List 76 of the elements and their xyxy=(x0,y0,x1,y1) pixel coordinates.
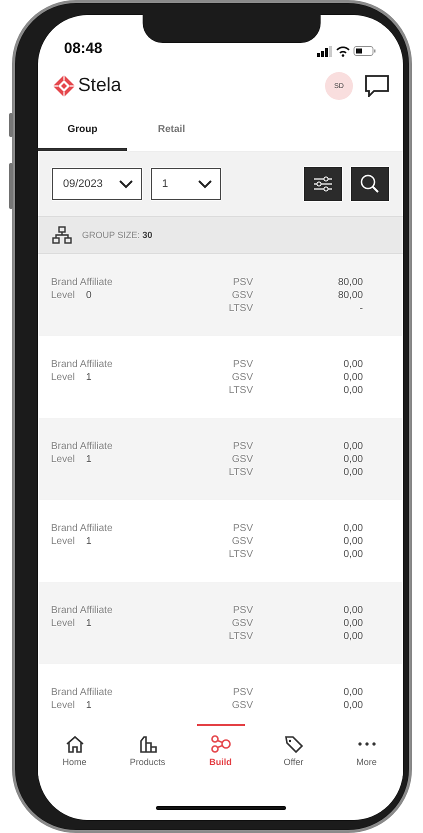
metric-name: PSV xyxy=(232,358,253,371)
member-level: Level 1 xyxy=(51,699,93,712)
metric-name: LTSV xyxy=(228,302,253,315)
member-row[interactable]: Brand Affiliate Level 1 PSV GSV LTSV 0,00 0,00 0,00 xyxy=(38,582,403,664)
member-row[interactable]: Brand Affiliate Level 1 PSV GSV LTSV 0,00 0,00 0,00 xyxy=(38,418,403,500)
chevron-down-icon xyxy=(198,180,212,188)
metric-name: GSV xyxy=(232,699,253,712)
member-title: Brand Affiliate xyxy=(51,276,114,289)
member-row[interactable]: Brand Affiliate Level 0 PSV GSV LTSV 80,00 80,00 - xyxy=(38,254,403,336)
metric-value: 0,00 xyxy=(344,548,363,561)
nav-item[interactable]: Offer xyxy=(264,731,324,771)
member-title: Brand Affiliate xyxy=(51,686,114,699)
member-title: Brand Affiliate xyxy=(51,522,114,535)
metric-name: LTSV xyxy=(228,384,253,397)
metric-name: GSV xyxy=(232,371,253,384)
metric-name: LTSV xyxy=(228,630,253,643)
metric-name: PSV xyxy=(232,522,253,535)
member-level: Level 1 xyxy=(51,453,93,466)
level-select[interactable]: 1 xyxy=(151,168,221,200)
box-icon xyxy=(138,735,156,753)
metric-value: 0,00 xyxy=(344,699,363,712)
sliders-icon xyxy=(313,176,333,192)
metric-name: GSV xyxy=(232,453,253,466)
metric-value: 0,00 xyxy=(344,358,363,371)
member-level: Level 0 xyxy=(51,289,93,302)
tab[interactable]: Retail xyxy=(127,111,216,151)
metric-name: LTSV xyxy=(228,548,253,561)
metric-value: - xyxy=(360,302,363,315)
metric-value: 0,00 xyxy=(344,453,363,466)
member-title: Brand Affiliate xyxy=(51,358,114,371)
filter-button[interactable] xyxy=(304,167,342,201)
nav-item[interactable]: Products xyxy=(118,731,178,771)
status-icons-drawing xyxy=(317,45,377,57)
nav-item[interactable]: More xyxy=(336,731,396,771)
chat-icon[interactable] xyxy=(365,75,389,97)
metric-value: 0,00 xyxy=(344,686,363,699)
metric-value: 0,00 xyxy=(344,617,363,630)
group-size-text: GROUP SIZE: 30 xyxy=(82,230,152,240)
metric-name: LTSV xyxy=(228,466,253,479)
metric-value: 0,00 xyxy=(344,384,363,397)
active-indicator xyxy=(196,724,244,726)
metric-name: PSV xyxy=(232,686,253,699)
metric-name: GSV xyxy=(232,617,253,630)
metric-value: 0,00 xyxy=(344,604,363,617)
brand-name: Stela xyxy=(78,75,122,97)
metric-name: GSV xyxy=(232,289,253,302)
metric-value: 0,00 xyxy=(344,440,363,453)
nav-item[interactable]: Build xyxy=(190,731,250,771)
status-time: 08:48 xyxy=(64,40,102,57)
metric-name: GSV xyxy=(232,535,253,548)
member-title: Brand Affiliate xyxy=(51,440,114,453)
metric-value: 0,00 xyxy=(344,630,363,643)
chevron-down-icon xyxy=(119,180,133,188)
home-icon xyxy=(64,735,84,753)
search-icon xyxy=(360,174,380,194)
nav-item[interactable]: Home xyxy=(44,731,104,771)
member-level: Level 1 xyxy=(51,371,93,384)
metric-name: PSV xyxy=(232,440,253,453)
metric-value: 0,00 xyxy=(344,371,363,384)
network-icon xyxy=(210,735,232,753)
member-level: Level 1 xyxy=(51,617,93,630)
member-level: Level 1 xyxy=(51,535,93,548)
metric-name: PSV xyxy=(232,604,253,617)
more-icon xyxy=(358,742,376,746)
logo-icon xyxy=(52,74,76,98)
hierarchy-icon xyxy=(52,226,72,244)
metric-value: 80,00 xyxy=(338,276,363,289)
metric-value: 0,00 xyxy=(344,466,363,479)
search-button[interactable] xyxy=(351,167,389,201)
metric-value: 80,00 xyxy=(338,289,363,302)
tag-icon xyxy=(284,735,304,753)
member-title: Brand Affiliate xyxy=(51,604,114,617)
metric-value: 0,00 xyxy=(344,522,363,535)
metric-value: 0,00 xyxy=(344,535,363,548)
metric-name: PSV xyxy=(232,276,253,289)
period-select[interactable]: 09/2023 xyxy=(52,168,142,200)
